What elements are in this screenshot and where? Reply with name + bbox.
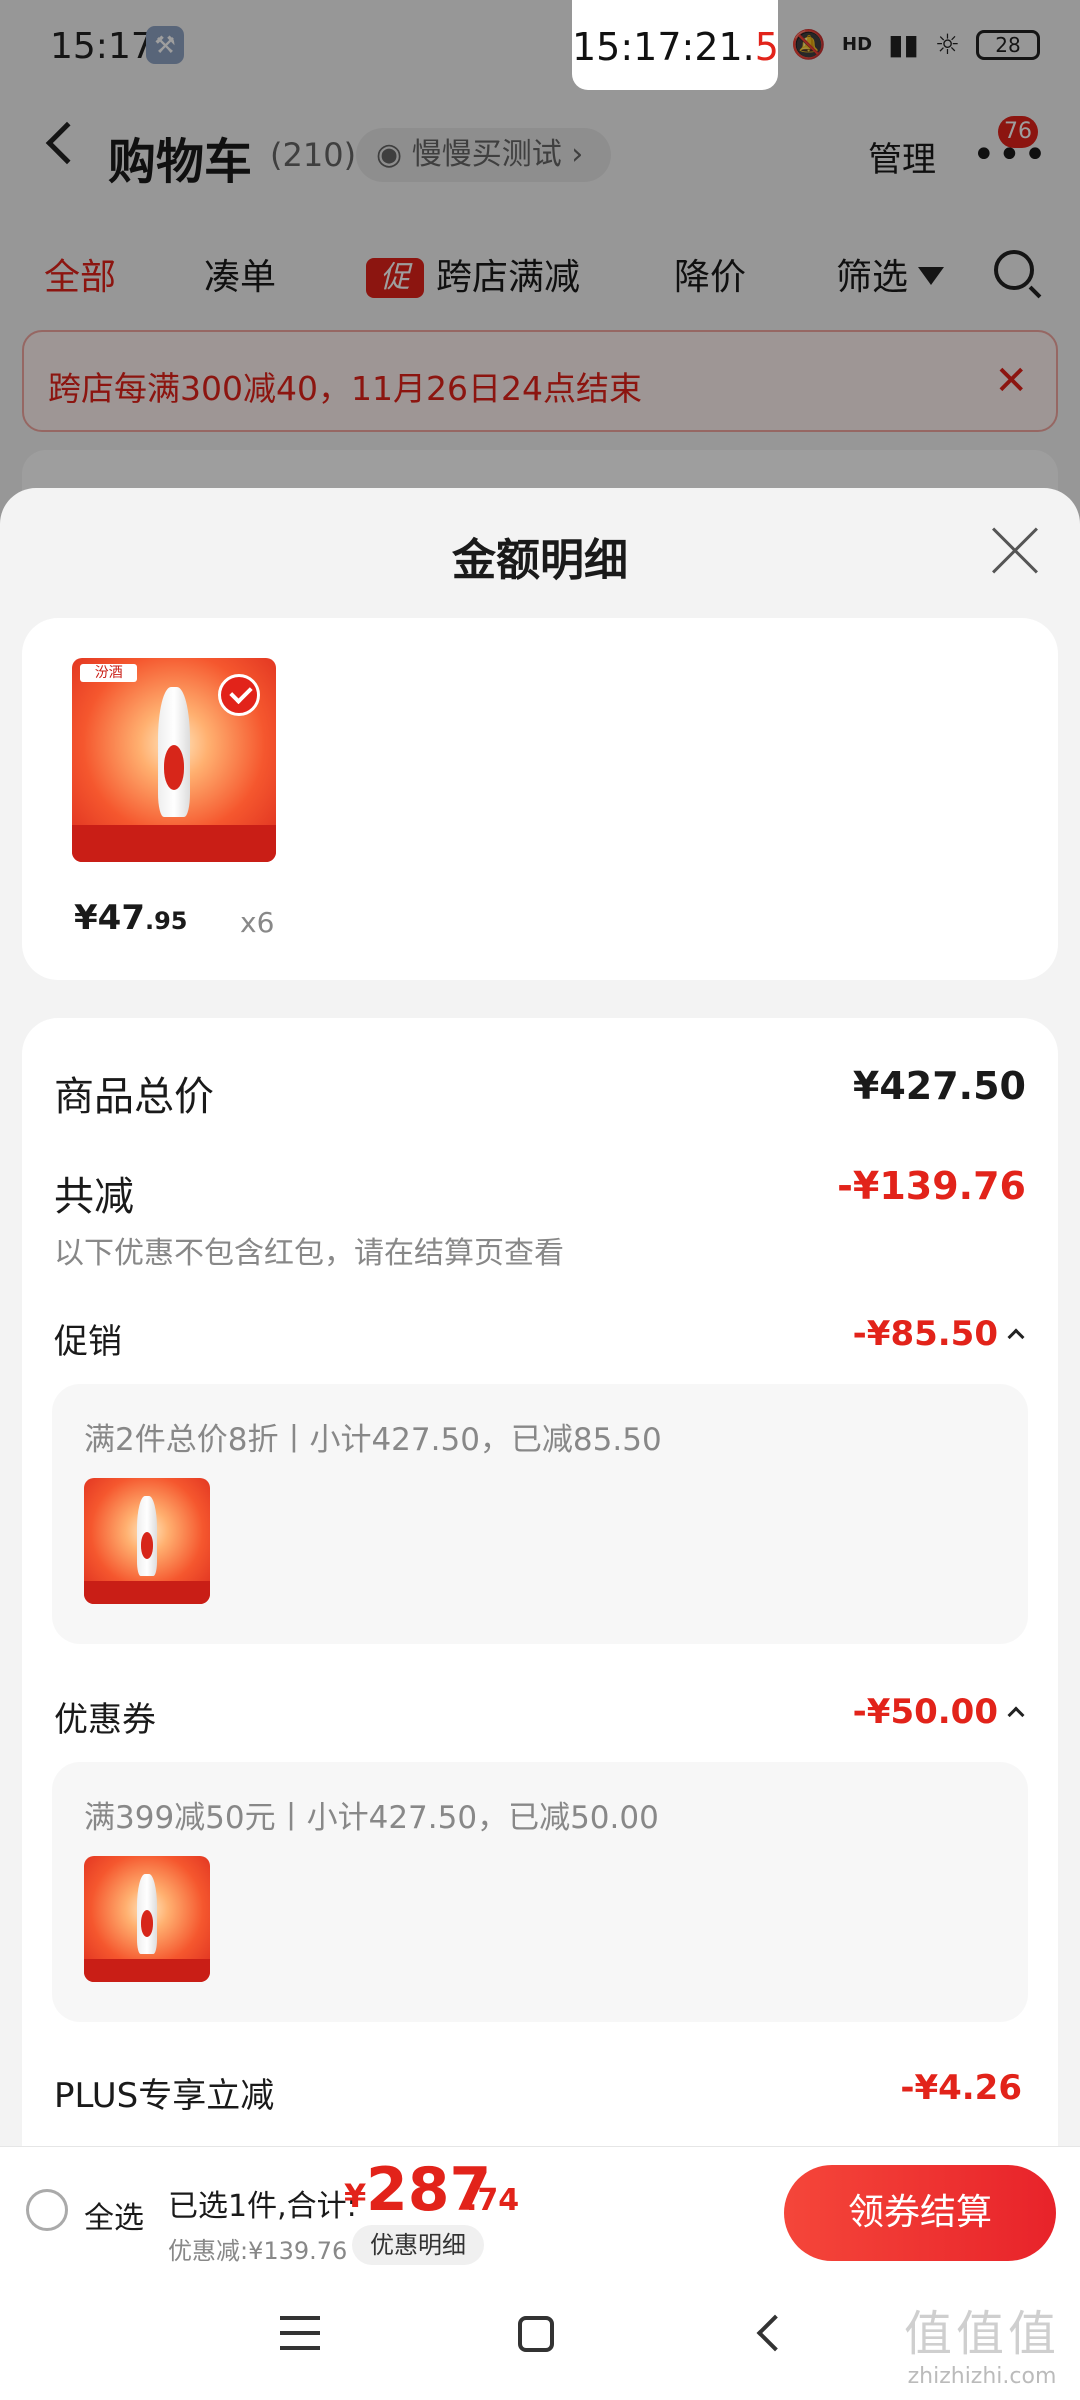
clock-main: 15:17:21.	[572, 25, 755, 69]
discount-note: 以下优惠不包含红包，请在结算页查看	[54, 1236, 564, 1271]
selected-products-card: 汾酒 ¥47.95 x6	[22, 618, 1058, 980]
back-icon[interactable]	[756, 2314, 794, 2352]
select-all-label[interactable]: 全选	[84, 2193, 144, 2237]
price-decimal: .95	[144, 907, 188, 935]
clock-fraction: 5	[754, 25, 779, 69]
plus-value: -¥4.26	[900, 2068, 1022, 2108]
coupon-value[interactable]: -¥50.00	[852, 1692, 1025, 1732]
promo-detail-box: 满2件总价8折丨小计427.50，已减85.50	[52, 1384, 1028, 1644]
close-icon[interactable]	[990, 526, 1040, 576]
total-label: 已选1件,合计:	[168, 2189, 357, 2224]
brand-logo: 汾酒	[80, 664, 138, 683]
price-details-card: 商品总价 ¥427.50 共减 -¥139.76 以下优惠不包含红包，请在结算页…	[22, 1018, 1058, 2208]
total-decimal: .74	[466, 2183, 520, 2218]
promo-amount: -¥85.50	[852, 1314, 998, 1354]
bottle-graphic	[157, 686, 191, 818]
caret-up-icon	[1007, 1706, 1025, 1724]
check-icon[interactable]	[218, 674, 260, 716]
total-currency: ¥	[344, 2177, 367, 2215]
amount-details-sheet: 金额明细 汾酒 ¥47.95 x6 商品总价 ¥427.50 共减 -¥139.…	[0, 488, 1080, 2400]
product-thumbnail	[84, 1478, 210, 1604]
item-quantity: x6	[240, 906, 275, 939]
menu-icon[interactable]	[280, 2316, 320, 2350]
coupon-label: 优惠券	[54, 1700, 156, 1740]
coupon-desc: 满399减50元丨小计427.50，已减50.00	[84, 1800, 659, 1836]
image-strip	[84, 1959, 210, 1982]
checkout-bar: 全选 已选1件,合计: ¥ 287 .74 优惠减:¥139.76 优惠明细 领…	[0, 2146, 1080, 2274]
promo-label: 促销	[54, 1322, 122, 1362]
promo-desc: 满2件总价8折丨小计427.50，已减85.50	[84, 1422, 662, 1458]
coupon-amount: -¥50.00	[852, 1692, 998, 1732]
system-nav-bar: 值值值 zhizhizhi.com	[0, 2274, 1080, 2400]
price-main: ¥47	[74, 898, 145, 938]
product-thumbnail	[84, 1856, 210, 1982]
coupon-detail-box: 满399减50元丨小计427.50，已减50.00	[52, 1762, 1028, 2022]
item-price: ¥47.95	[74, 898, 188, 938]
discount-details-button[interactable]: 优惠明细	[352, 2225, 484, 2265]
clock-overlay: 15:17:21.5	[572, 0, 779, 90]
image-strip	[72, 825, 276, 862]
watermark-logo: 值值值	[903, 2306, 1060, 2362]
goods-total-value: ¥427.50	[852, 1064, 1026, 1108]
checkout-button[interactable]: 领券结算	[784, 2165, 1056, 2261]
product-image[interactable]: 汾酒	[72, 658, 276, 862]
sheet-title: 金额明细	[452, 535, 628, 586]
image-strip	[84, 1581, 210, 1604]
select-all-radio[interactable]	[26, 2189, 68, 2231]
total-off-label: 共减	[54, 1174, 134, 1220]
saved-amount: 优惠减:¥139.76	[168, 2237, 348, 2265]
bottle-graphic	[136, 1873, 158, 1955]
total-off-value: -¥139.76	[837, 1164, 1026, 1208]
plus-label: PLUS专享立减	[54, 2076, 275, 2116]
watermark-url: zhizhizhi.com	[907, 2364, 1057, 2389]
bottle-graphic	[136, 1495, 158, 1577]
watermark: 值值值 zhizhizhi.com	[904, 2294, 1060, 2389]
home-icon[interactable]	[518, 2316, 554, 2352]
promo-value[interactable]: -¥85.50	[852, 1314, 1025, 1354]
caret-up-icon	[1007, 1328, 1025, 1346]
goods-total-label: 商品总价	[54, 1074, 214, 1120]
